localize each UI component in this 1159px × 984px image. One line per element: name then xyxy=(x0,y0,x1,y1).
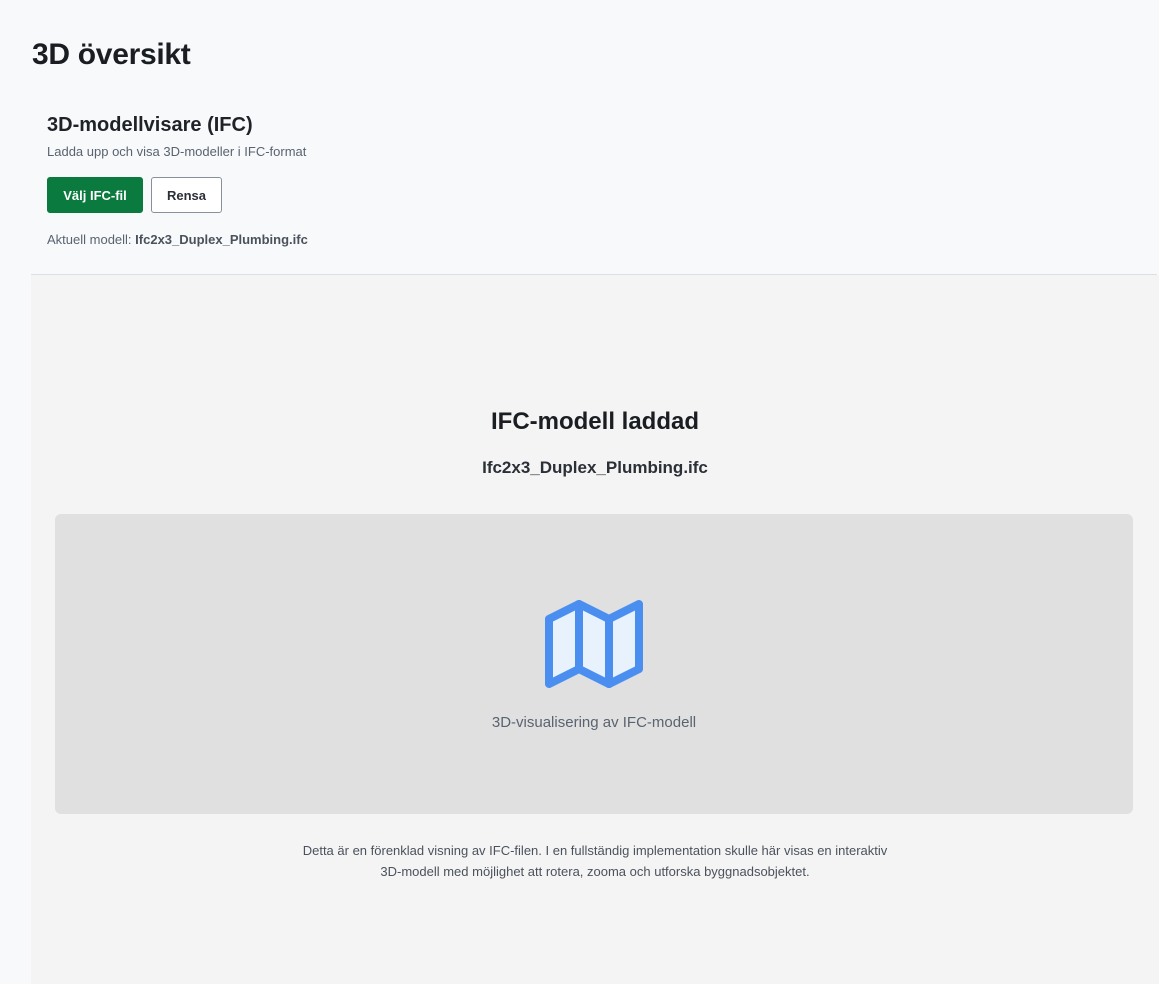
viewer-subtitle: Ladda upp och visa 3D-modeller i IFC-for… xyxy=(47,144,307,159)
viewer-title: 3D-modellvisare (IFC) xyxy=(47,114,253,136)
page: 3D översikt 3D-modellvisare (IFC) Ladda … xyxy=(0,0,1159,984)
page-title: 3D översikt xyxy=(32,38,191,71)
map-icon xyxy=(545,600,643,688)
select-ifc-file-button[interactable]: Välj IFC-fil xyxy=(47,177,143,213)
canvas-caption: 3D-visualisering av IFC-modell xyxy=(491,714,697,731)
viewer-header: 3D-modellvisare (IFC) Ladda upp och visa… xyxy=(47,112,1127,160)
model-canvas[interactable]: 3D-visualisering av IFC-modell xyxy=(55,514,1133,814)
current-model-value: Ifc2x3_Duplex_Plumbing.ifc xyxy=(135,232,308,247)
clear-button[interactable]: Rensa xyxy=(151,177,222,213)
viewer-area: IFC-modell laddad Ifc2x3_Duplex_Plumbing… xyxy=(31,275,1159,984)
current-model-label: Aktuell modell: xyxy=(47,232,132,247)
loaded-heading: IFC-modell laddad xyxy=(490,408,699,435)
loaded-filename: Ifc2x3_Duplex_Plumbing.ifc xyxy=(482,458,708,477)
preview-note: Detta är en förenklad visning av IFC-fil… xyxy=(302,843,888,879)
current-model: Aktuell modell: Ifc2x3_Duplex_Plumbing.i… xyxy=(47,232,308,247)
viewer-actions: Välj IFC-fil Rensa xyxy=(47,177,222,213)
